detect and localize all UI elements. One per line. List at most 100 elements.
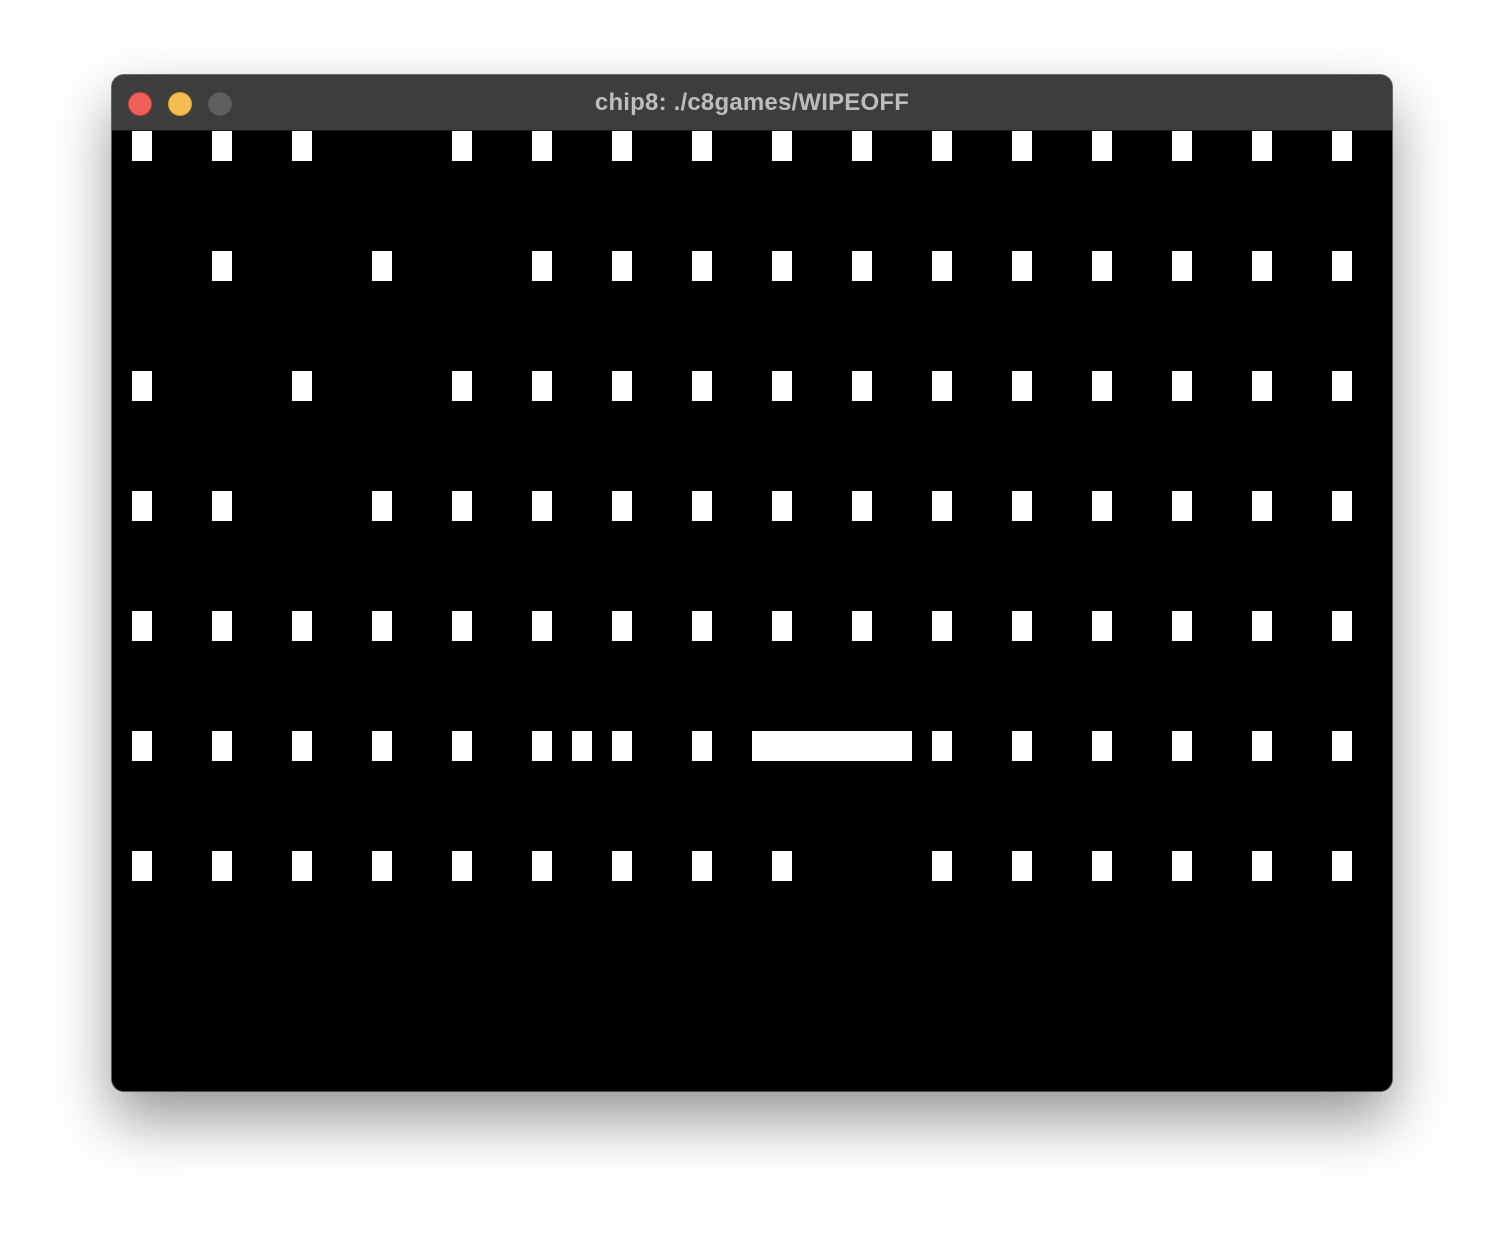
brick <box>452 851 472 881</box>
brick <box>932 491 952 521</box>
brick <box>1172 371 1192 401</box>
brick <box>852 611 872 641</box>
brick <box>532 731 552 761</box>
brick <box>372 251 392 281</box>
brick <box>1252 851 1272 881</box>
brick <box>612 851 632 881</box>
brick <box>1092 131 1112 161</box>
brick <box>132 131 152 161</box>
brick <box>1252 251 1272 281</box>
brick <box>132 611 152 641</box>
brick <box>132 851 152 881</box>
brick <box>612 611 632 641</box>
brick <box>372 491 392 521</box>
brick <box>212 251 232 281</box>
brick <box>1172 251 1192 281</box>
brick <box>932 131 952 161</box>
brick <box>292 371 312 401</box>
brick <box>212 131 232 161</box>
brick <box>292 731 312 761</box>
brick <box>1092 251 1112 281</box>
brick <box>772 851 792 881</box>
brick <box>1332 131 1352 161</box>
brick <box>132 491 152 521</box>
brick <box>1332 251 1352 281</box>
brick <box>692 371 712 401</box>
brick <box>532 251 552 281</box>
brick <box>452 611 472 641</box>
brick <box>772 131 792 161</box>
window-title: chip8: ./c8games/WIPEOFF <box>594 89 910 116</box>
brick <box>1092 731 1112 761</box>
brick <box>692 731 712 761</box>
brick <box>772 251 792 281</box>
brick <box>852 131 872 161</box>
brick <box>852 251 872 281</box>
brick <box>452 371 472 401</box>
brick <box>932 731 952 761</box>
brick <box>1172 491 1192 521</box>
brick <box>132 731 152 761</box>
brick <box>852 371 872 401</box>
brick <box>532 491 552 521</box>
brick <box>1012 851 1032 881</box>
brick <box>692 491 712 521</box>
brick <box>212 731 232 761</box>
brick <box>1252 731 1272 761</box>
brick <box>532 611 552 641</box>
brick <box>932 611 952 641</box>
brick <box>1172 731 1192 761</box>
brick <box>1012 371 1032 401</box>
brick <box>612 491 632 521</box>
brick <box>1332 491 1352 521</box>
brick <box>292 611 312 641</box>
brick <box>1012 731 1032 761</box>
paddle <box>752 731 912 761</box>
brick <box>772 611 792 641</box>
brick <box>1252 611 1272 641</box>
brick <box>1172 851 1192 881</box>
brick <box>932 251 952 281</box>
brick <box>1332 611 1352 641</box>
brick <box>692 851 712 881</box>
brick <box>612 251 632 281</box>
brick <box>372 731 392 761</box>
brick <box>692 611 712 641</box>
title-bar[interactable]: chip8: ./c8games/WIPEOFF <box>112 75 1392 131</box>
brick <box>612 731 632 761</box>
brick <box>1172 611 1192 641</box>
brick <box>532 131 552 161</box>
brick <box>212 491 232 521</box>
brick <box>372 851 392 881</box>
brick <box>1252 491 1272 521</box>
brick <box>1012 251 1032 281</box>
brick <box>132 371 152 401</box>
game-screen[interactable] <box>112 131 1392 1091</box>
brick <box>692 131 712 161</box>
brick <box>772 491 792 521</box>
brick <box>1012 611 1032 641</box>
brick <box>212 851 232 881</box>
game-display <box>132 131 1352 881</box>
ball <box>572 731 592 761</box>
brick <box>1012 491 1032 521</box>
brick <box>692 251 712 281</box>
brick <box>932 371 952 401</box>
brick <box>1092 851 1112 881</box>
brick <box>932 851 952 881</box>
brick <box>532 851 552 881</box>
brick <box>452 131 472 161</box>
brick <box>212 611 232 641</box>
brick <box>612 131 632 161</box>
brick <box>1332 371 1352 401</box>
brick <box>1092 611 1112 641</box>
brick <box>772 371 792 401</box>
brick <box>1092 491 1112 521</box>
brick <box>292 851 312 881</box>
brick <box>452 731 472 761</box>
emulator-window: chip8: ./c8games/WIPEOFF <box>112 75 1392 1091</box>
brick <box>1012 131 1032 161</box>
brick <box>1332 851 1352 881</box>
brick <box>612 371 632 401</box>
brick <box>1092 371 1112 401</box>
